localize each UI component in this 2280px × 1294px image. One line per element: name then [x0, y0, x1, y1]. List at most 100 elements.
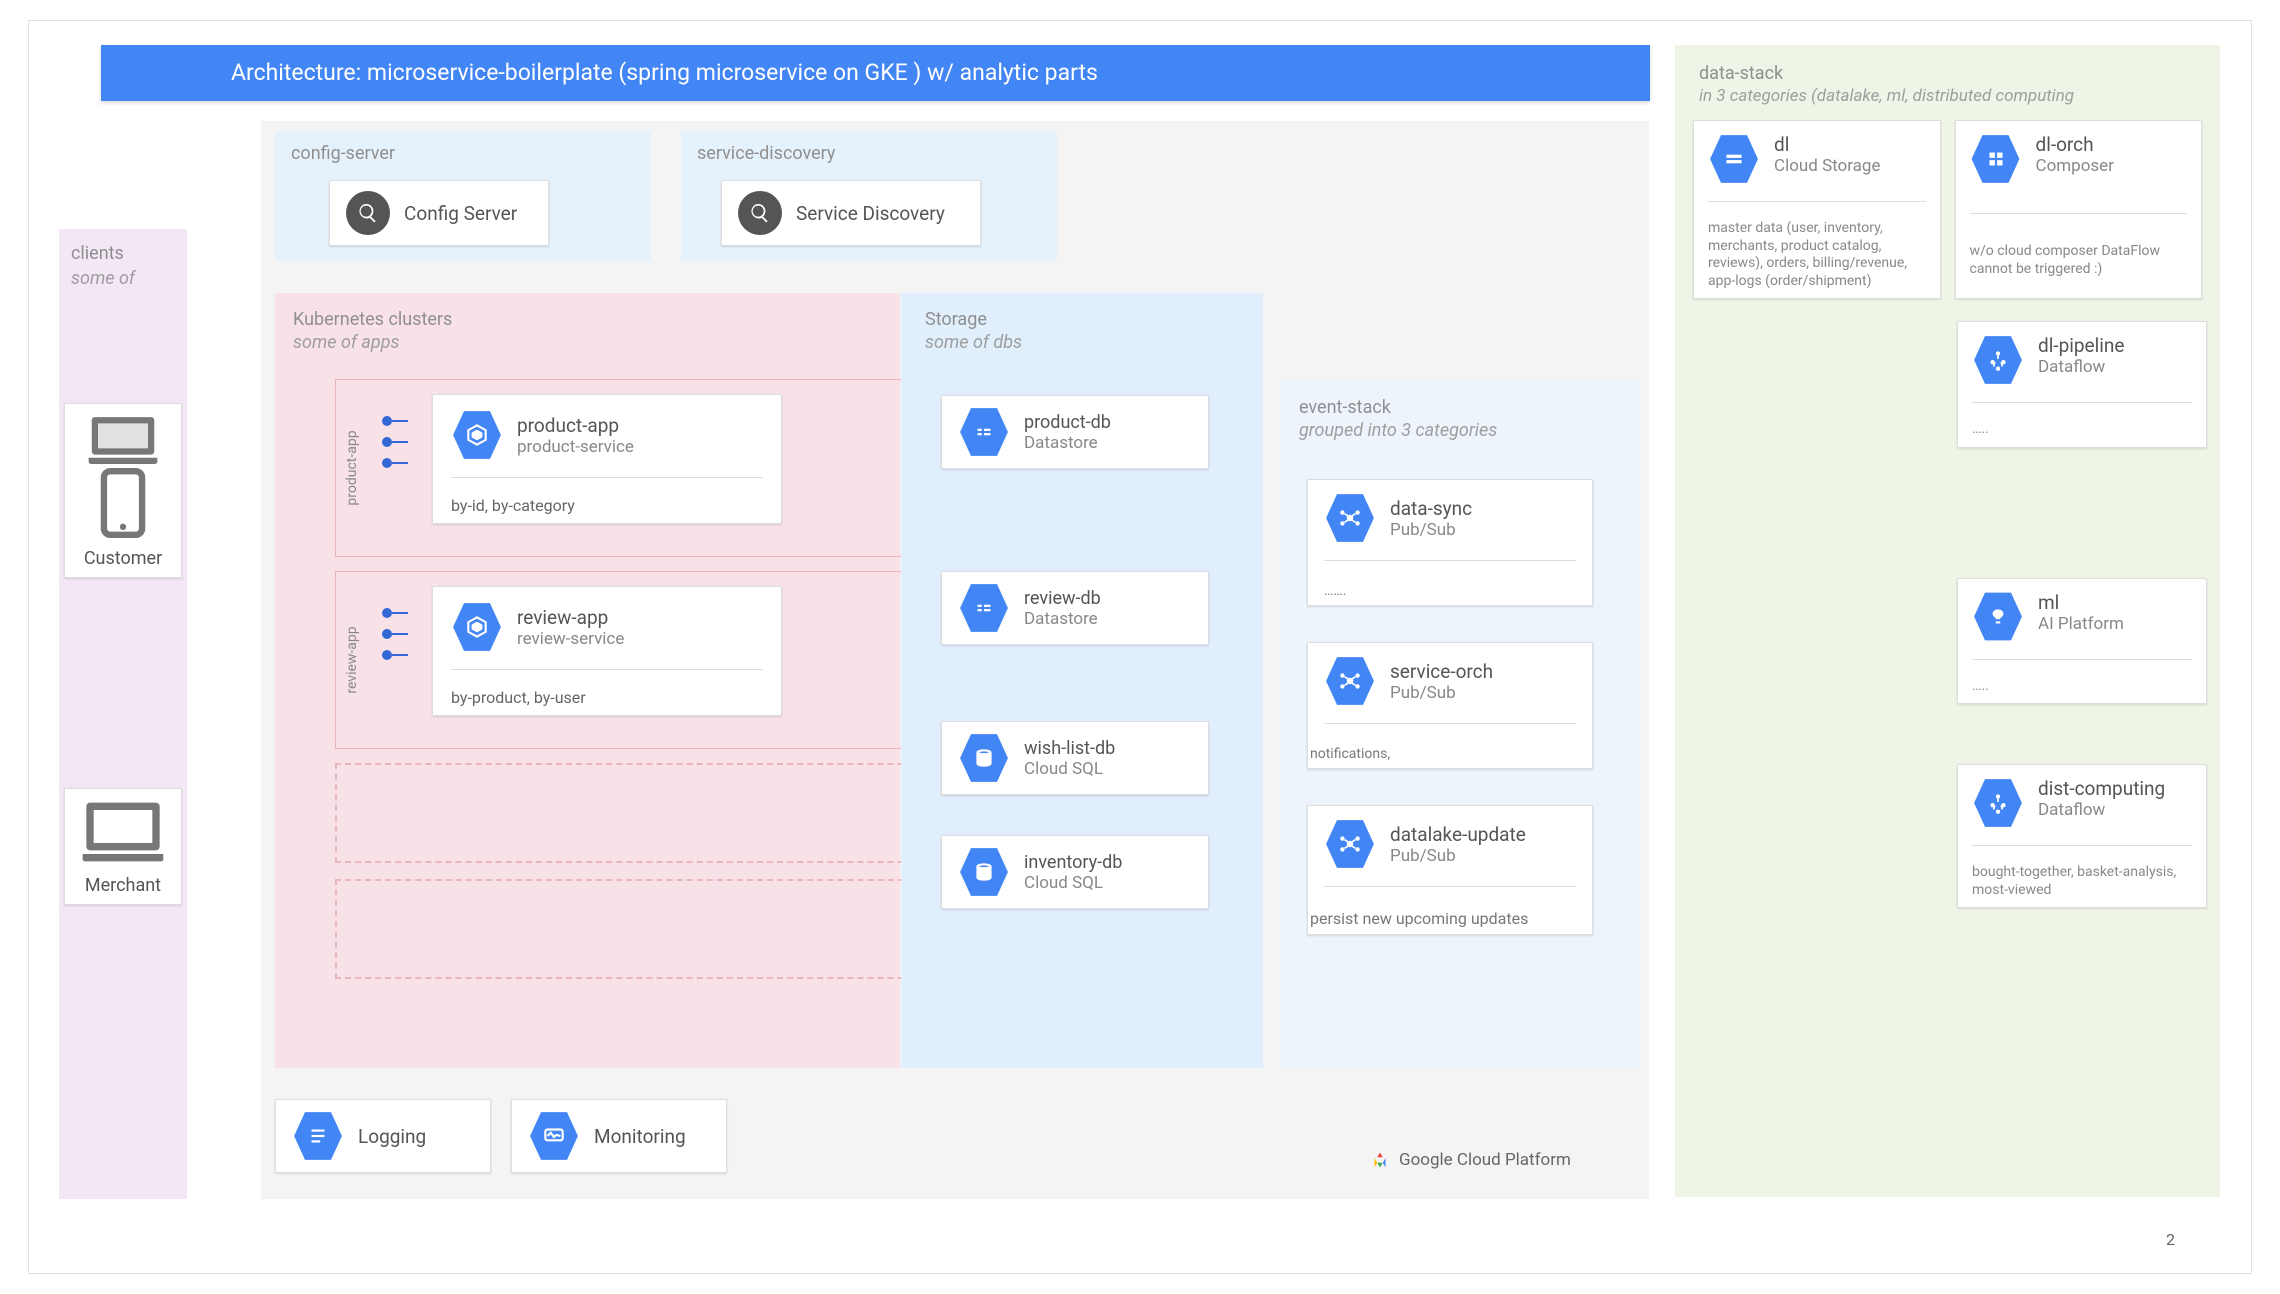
laptop-icon: [78, 799, 168, 865]
logging-card: Logging: [275, 1099, 491, 1173]
dataflow-icon: [1972, 334, 2024, 386]
event-name: service-orch: [1390, 660, 1493, 683]
group-label: product-app: [344, 430, 360, 505]
sql-icon: [958, 846, 1010, 898]
event-card: service-orchPub/Sub notifications,: [1307, 642, 1593, 769]
client-customer: Customer: [64, 403, 182, 578]
client-merchant: Merchant: [64, 788, 182, 905]
app-service: product-service: [517, 437, 634, 457]
event-name: data-sync: [1390, 497, 1472, 520]
dataflow-icon: [1972, 777, 2024, 829]
ds-note: master data (user, inventory, merchants,…: [1708, 220, 1926, 290]
event-service: Pub/Sub: [1390, 520, 1472, 540]
cloud-storage-icon: [1708, 133, 1760, 185]
config-server-region: config-server Config Server: [275, 131, 651, 261]
ds-card-pipeline: dl-pipelineDataflow …..: [1957, 321, 2207, 448]
events-sub: grouped into 3 categories: [1279, 418, 1639, 461]
gke-icon: [451, 601, 503, 653]
service-discovery-region: service-discovery Service Discovery: [681, 131, 1057, 261]
event-card: data-syncPub/Sub …….: [1307, 479, 1593, 606]
monitoring-card: Monitoring: [511, 1099, 727, 1173]
ds-service: AI Platform: [2038, 614, 2124, 634]
clients-region: clients some of Customer Merchant: [59, 229, 187, 1199]
client-label: Merchant: [65, 869, 181, 896]
pubsub-icon: [1324, 655, 1376, 707]
storage-region: Storage some of dbs product-dbDatastore …: [901, 293, 1263, 1068]
event-service: Pub/Sub: [1390, 846, 1526, 866]
monitoring-icon: [528, 1110, 580, 1162]
app-service: review-service: [517, 629, 624, 649]
db-name: wish-list-db: [1024, 738, 1115, 759]
event-service: Pub/Sub: [1390, 683, 1493, 703]
db-card: wish-list-dbCloud SQL: [941, 721, 1209, 795]
data-stack-label: data-stack: [1675, 45, 2220, 84]
data-stack-region: data-stack in 3 categories (datalake, ml…: [1675, 45, 2220, 1197]
composer-icon: [1970, 133, 2022, 185]
ds-note: bought-together, basket-analysis, most-v…: [1972, 864, 2192, 899]
pubsub-icon: [1324, 492, 1376, 544]
events-label: event-stack: [1279, 381, 1639, 418]
storage-sub: some of dbs: [901, 330, 1263, 373]
app-name: review-app: [517, 606, 624, 629]
ds-card-ml: mlAI Platform …..: [1957, 578, 2207, 705]
ds-name: dl-pipeline: [2038, 334, 2124, 357]
gke-icon: [451, 409, 503, 461]
data-stack-sub: in 3 categories (datalake, ml, distribut…: [1675, 84, 2220, 120]
page-number: 2: [2166, 1230, 2175, 1249]
ds-service: Cloud Storage: [1774, 156, 1881, 176]
diagram-stage: Architecture: microservice-boilerplate (…: [28, 20, 2252, 1274]
ds-note: …..: [1972, 421, 1989, 439]
db-service: Datastore: [1024, 433, 1111, 453]
db-name: review-db: [1024, 588, 1101, 609]
magnifier-icon: [738, 191, 782, 235]
logging-icon: [292, 1110, 344, 1162]
event-card: datalake-updatePub/Sub persist new upcom…: [1307, 805, 1593, 935]
card-name: Service Discovery: [796, 202, 945, 225]
db-service: Cloud SQL: [1024, 759, 1115, 779]
ai-platform-icon: [1972, 591, 2024, 643]
ds-name: ml: [2038, 591, 2124, 614]
service-discovery-card: Service Discovery: [721, 180, 981, 246]
storage-label: Storage: [901, 293, 1263, 330]
event-note: persist new upcoming updates: [1310, 905, 1562, 928]
db-service: Cloud SQL: [1024, 873, 1122, 893]
app-card-product: product-app product-service by-id, by-ca…: [432, 394, 782, 524]
ds-name: dist-computing: [2038, 777, 2165, 800]
ds-service: Dataflow: [2038, 800, 2165, 820]
event-note: notifications,: [1310, 742, 1562, 762]
db-card: inventory-dbCloud SQL: [941, 835, 1209, 909]
app-endpoints: by-product, by-user: [451, 688, 763, 707]
datastore-icon: [958, 582, 1010, 634]
magnifier-icon: [346, 191, 390, 235]
ds-card-orch: dl-orchComposer w/o cloud composer DataF…: [1955, 120, 2203, 299]
ds-service: Dataflow: [2038, 357, 2124, 377]
main-region: config-server Config Server service-disc…: [261, 121, 1649, 1199]
k8s-sub: some of apps: [275, 330, 900, 373]
db-list: product-dbDatastore review-dbDatastore w…: [901, 395, 1263, 909]
pubsub-icon: [1324, 818, 1376, 870]
db-name: inventory-db: [1024, 852, 1122, 873]
ds-service: Composer: [2036, 156, 2114, 176]
clients-label: clients: [59, 229, 187, 268]
event-note: …….: [1324, 579, 1346, 599]
group-label: review-app: [344, 626, 360, 693]
endpoint-nodes: [382, 608, 392, 660]
title-bar: Architecture: microservice-boilerplate (…: [101, 45, 1650, 101]
card-name: Logging: [358, 1125, 426, 1148]
client-label: Customer: [65, 542, 181, 569]
event-stack-region: event-stack grouped into 3 categories da…: [1279, 381, 1639, 1069]
phone-icon: [99, 468, 147, 538]
clients-sub: some of: [59, 268, 187, 307]
ds-name: dl-orch: [2036, 133, 2114, 156]
config-server-label: config-server: [275, 131, 651, 176]
ds-card-dist: dist-computingDataflow bought-together, …: [1957, 764, 2207, 908]
ds-note: w/o cloud composer DataFlow cannot be tr…: [1970, 243, 2188, 278]
k8s-label: Kubernetes clusters: [275, 293, 900, 330]
db-service: Datastore: [1024, 609, 1101, 629]
gcp-logo-icon: [1369, 1149, 1391, 1171]
sql-icon: [958, 732, 1010, 784]
ds-name: dl: [1774, 133, 1881, 156]
config-server-card: Config Server: [329, 180, 549, 246]
gcp-footer: Google Cloud Platform: [1369, 1149, 1571, 1171]
app-name: product-app: [517, 414, 634, 437]
